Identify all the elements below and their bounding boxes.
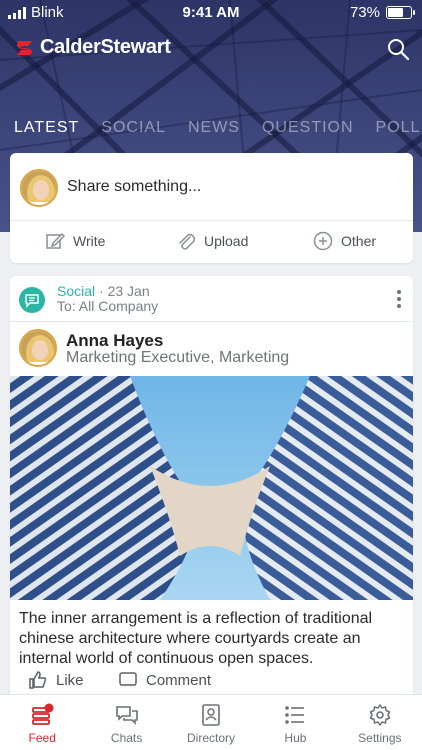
tab-news[interactable]: NEWS	[188, 119, 240, 137]
composer-card: Share something... Write Upload Other	[10, 153, 413, 263]
nav-chats-label: Chats	[110, 731, 143, 745]
nav-chats[interactable]: Chats	[84, 695, 168, 750]
pencil-icon	[46, 232, 65, 249]
post-date: · 23 Jan	[99, 283, 150, 299]
feed-icon	[30, 703, 54, 727]
tab-latest[interactable]: LATEST	[14, 119, 79, 137]
search-icon	[388, 39, 410, 61]
nav-hub[interactable]: Hub	[253, 695, 337, 750]
nav-feed[interactable]: Feed	[0, 695, 84, 750]
bottom-nav: Feed Chats Directory Hub Settings	[0, 694, 422, 750]
nav-settings[interactable]: Settings	[338, 695, 422, 750]
brand-s-icon	[17, 40, 32, 55]
tab-poll[interactable]: POLL	[376, 119, 421, 137]
post-category[interactable]: Social	[57, 283, 95, 299]
upload-button[interactable]: Upload	[176, 231, 248, 251]
battery-icon	[386, 6, 415, 19]
chat-icon	[115, 703, 139, 727]
like-label: Like	[56, 671, 84, 689]
author-role: Marketing Executive, Marketing	[66, 349, 290, 366]
nav-settings-label: Settings	[358, 731, 402, 745]
author-name[interactable]: Anna Hayes	[66, 331, 163, 351]
other-button[interactable]: Other	[313, 231, 376, 251]
nav-feed-label: Feed	[28, 731, 56, 745]
divider	[10, 321, 413, 322]
upload-label: Upload	[204, 233, 249, 249]
paperclip-icon	[179, 233, 196, 250]
post-body: The inner arrangement is a reflection of…	[19, 610, 373, 667]
other-label: Other	[341, 233, 377, 249]
tab-question[interactable]: QUESTION	[262, 119, 354, 137]
like-button[interactable]: Like	[28, 670, 84, 690]
plus-circle-icon	[313, 231, 333, 251]
post-card: Social · 23 Jan To: All Company Anna Hay…	[10, 276, 413, 736]
avatar	[20, 169, 58, 207]
thumbs-up-icon	[29, 671, 47, 689]
author-avatar[interactable]	[19, 329, 57, 367]
feed-tabs: LATEST SOCIAL NEWS QUESTION POLL	[14, 119, 422, 137]
post-audience: To: All Company	[57, 298, 159, 314]
tab-social[interactable]: SOCIAL	[101, 119, 166, 137]
composer-prompt[interactable]: Share something...	[67, 178, 201, 196]
comment-icon	[119, 672, 137, 686]
nav-hub-label: Hub	[284, 731, 307, 745]
directory-icon	[199, 703, 223, 727]
post-image[interactable]	[10, 376, 413, 600]
write-label: Write	[73, 233, 106, 249]
gear-icon	[368, 703, 392, 727]
battery-percent: 73%	[349, 4, 380, 21]
search-button[interactable]	[386, 37, 410, 61]
nav-directory-label: Directory	[187, 731, 236, 745]
nav-directory[interactable]: Directory	[169, 695, 253, 750]
status-bar: Blink 9:41 AM 73%	[0, 0, 422, 24]
brand-logo: CalderStewart	[14, 36, 171, 59]
comment-button[interactable]: Comment	[118, 670, 211, 690]
write-button[interactable]: Write	[45, 231, 105, 251]
social-category-icon	[19, 287, 45, 313]
divider	[10, 220, 413, 221]
more-options-icon[interactable]	[397, 290, 401, 308]
comment-label: Comment	[146, 671, 212, 689]
hub-icon	[283, 703, 307, 727]
brand-name: CalderStewart	[40, 36, 171, 58]
post-meta: Social · 23 Jan To: All Company	[57, 284, 158, 314]
